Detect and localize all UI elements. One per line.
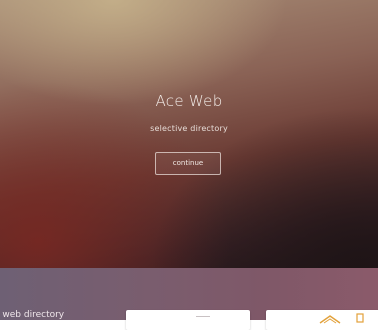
continue-button[interactable]: continue — [155, 152, 221, 175]
bookmark-icon — [356, 313, 364, 323]
page-title: Ace Web — [155, 92, 223, 110]
band-heading: e web directory — [0, 310, 65, 320]
card-detail-line — [196, 316, 210, 317]
page-subtitle: selective directory — [150, 124, 228, 133]
directory-card[interactable] — [126, 310, 250, 330]
hexagon-logo-icon — [319, 315, 341, 324]
hero-section: Ace Web selective directory continue — [0, 0, 378, 268]
